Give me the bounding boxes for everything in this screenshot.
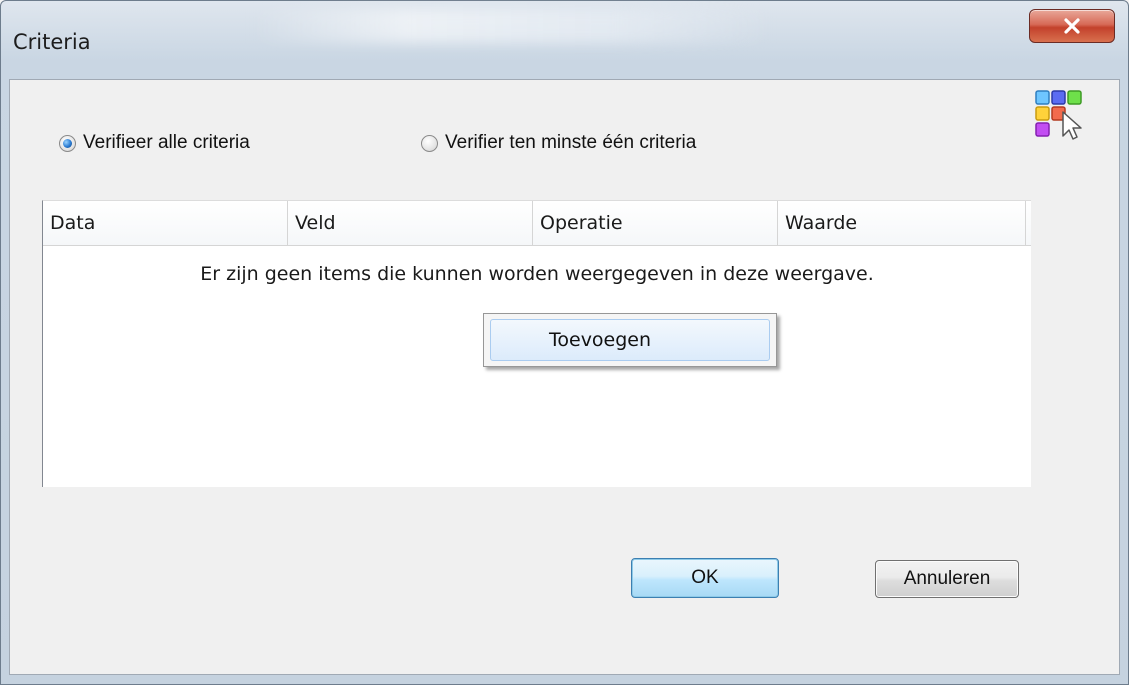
title-bar[interactable]: Criteria	[1, 1, 1128, 79]
criteria-list[interactable]: Data Veld Operatie Waarde Er zijn geen i…	[42, 200, 1031, 487]
column-header-data[interactable]: Data	[43, 201, 288, 245]
ok-button[interactable]: OK	[631, 558, 779, 598]
context-menu: Toevoegen	[483, 313, 777, 367]
menu-item-toevoegen[interactable]: Toevoegen	[490, 319, 770, 361]
radio-verify-all[interactable]: Verifieer alle criteria	[59, 132, 250, 154]
radio-verify-all-label: Verifieer alle criteria	[83, 132, 250, 153]
list-header: Data Veld Operatie Waarde	[43, 201, 1031, 246]
app-logo-icon	[1035, 90, 1082, 140]
cancel-button[interactable]: Annuleren	[875, 560, 1019, 598]
radio-verify-at-least-one[interactable]: Verifier ten minste één criteria	[421, 132, 696, 154]
radio-checked-icon	[59, 134, 76, 152]
column-header-operatie[interactable]: Operatie	[533, 201, 778, 245]
radio-unchecked-icon	[421, 134, 438, 152]
column-header-veld[interactable]: Veld	[288, 201, 533, 245]
title-bar-blur	[251, 9, 771, 43]
window-title: Criteria	[13, 30, 91, 54]
list-empty-message: Er zijn geen items die kunnen worden wee…	[200, 263, 874, 285]
column-header-waarde[interactable]: Waarde	[778, 201, 1026, 245]
dialog-client-area: Verifieer alle criteria Verifier ten min…	[9, 79, 1120, 675]
close-button[interactable]	[1029, 9, 1115, 43]
criteria-dialog: Criteria Verifieer alle criteria Verifie…	[0, 0, 1129, 685]
radio-verify-at-least-one-label: Verifier ten minste één criteria	[445, 132, 697, 153]
close-icon	[1064, 18, 1080, 34]
